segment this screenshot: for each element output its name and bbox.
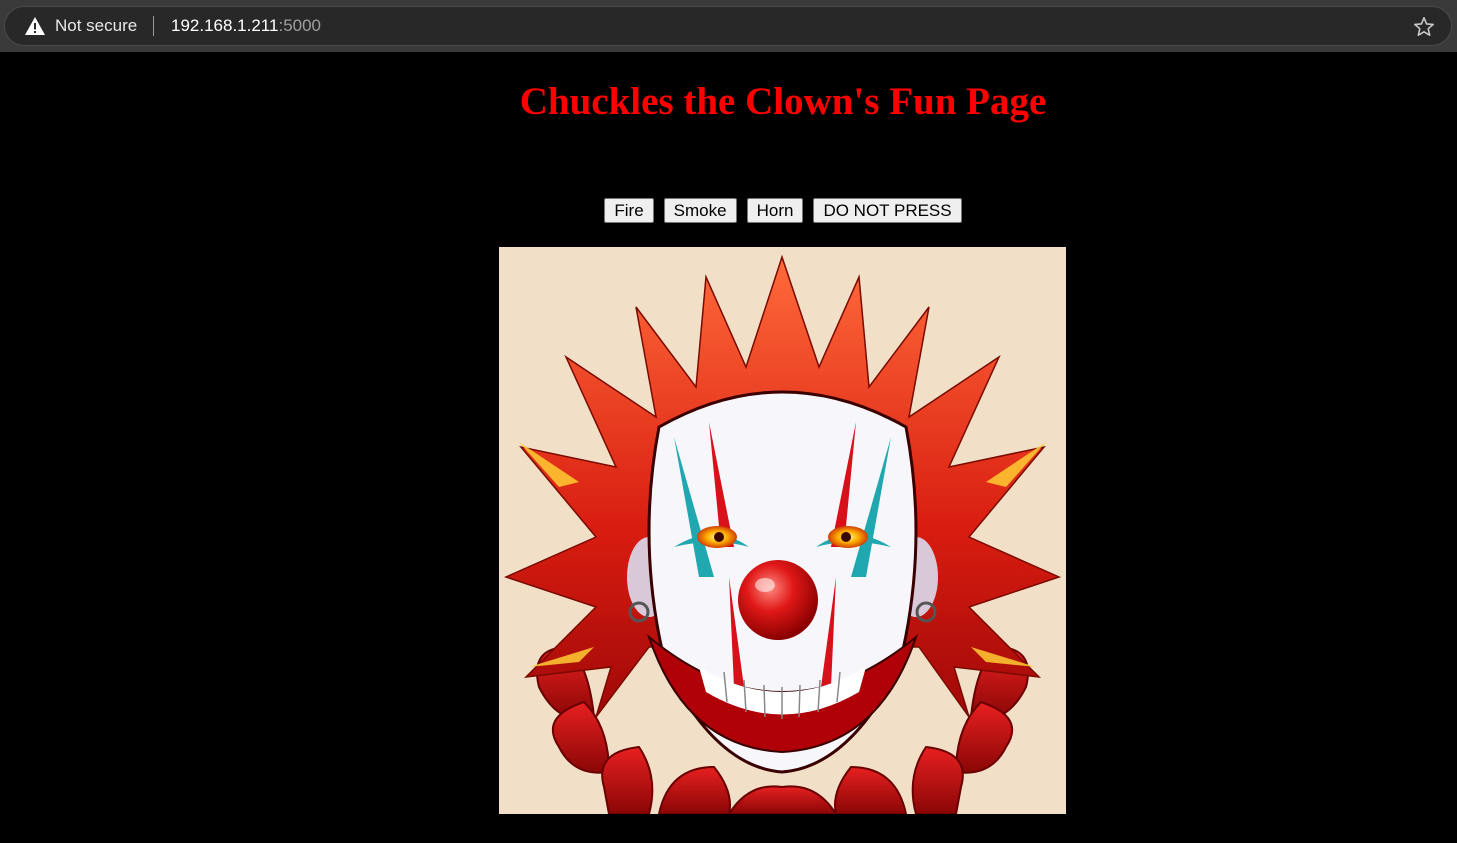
page-title: Chuckles the Clown's Fun Page [519,80,1047,123]
url-text[interactable]: 192.168.1.211:5000 [171,16,321,36]
button-row: Fire Smoke Horn DO NOT PRESS [0,198,1457,223]
warning-icon[interactable] [24,16,46,36]
url-port: :5000 [278,16,322,35]
horn-button[interactable]: Horn [746,198,804,223]
security-status-label[interactable]: Not secure [55,16,137,36]
bookmark-star-icon[interactable] [1412,15,1436,39]
omnibox-divider [153,16,154,36]
browser-toolbar: Not secure 192.168.1.211:5000 [0,0,1457,52]
address-bar[interactable]: Not secure 192.168.1.211:5000 [4,6,1452,46]
page-content: Chuckles the Clown's Fun Page Fire Smoke… [0,52,1457,843]
fire-button[interactable]: Fire [604,198,654,223]
url-host: 192.168.1.211 [171,16,279,35]
clown-image [499,247,1066,814]
do-not-press-button[interactable]: DO NOT PRESS [813,198,962,223]
smoke-button[interactable]: Smoke [663,198,737,223]
